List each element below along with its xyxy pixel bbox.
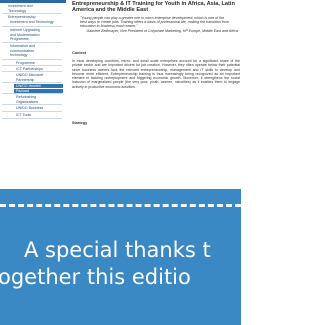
sidebar-item[interactable]: technology (10, 53, 62, 57)
banner-line-1: A special thanks t (24, 238, 211, 262)
strategy-heading: Strategy (72, 121, 88, 125)
document-page: Investment and Technology Entrepreneurship… (0, 0, 241, 189)
sidebar-item[interactable]: Packard (14, 88, 63, 93)
sidebar-nav: Investment and Technology Entrepreneurship… (0, 0, 66, 189)
sidebar-item[interactable]: ICT Tools (16, 113, 62, 117)
nav-divider (2, 93, 62, 94)
sidebar-item[interactable]: Organizations (16, 100, 62, 104)
sidebar-item[interactable]: Investment and Technology (10, 20, 62, 24)
sidebar-header-bar (0, 0, 66, 3)
context-paragraph: In most developing countries, micro- and… (72, 59, 240, 89)
sidebar-item[interactable]: Programme (10, 37, 62, 41)
sidebar-item[interactable]: Programme (16, 61, 62, 65)
nav-divider (2, 26, 62, 27)
nav-divider (2, 13, 62, 14)
nav-divider (2, 42, 62, 43)
sidebar-item[interactable]: Partnership (16, 78, 62, 82)
thanks-banner: A special thanks t ogether this editio (0, 189, 241, 325)
sidebar-item[interactable]: Technology (8, 9, 62, 13)
context-heading: Context (72, 51, 87, 55)
sidebar-item[interactable]: UNIDO Business (16, 106, 62, 110)
quote-attribution: Gabriele Zedlmayer, Vice President of Co… (86, 29, 238, 33)
banner-line-2: ogether this editio (0, 265, 191, 289)
dashed-divider (0, 204, 241, 207)
pull-quote: "Young people can play a greater role in… (80, 16, 229, 29)
article-title: Entrepreneurship & IT Training for Youth… (72, 1, 235, 14)
nav-divider (2, 111, 62, 112)
nav-divider (2, 59, 62, 60)
nav-divider (2, 118, 62, 119)
nav-divider (2, 104, 62, 105)
nav-divider (2, 82, 62, 83)
sidebar-item[interactable]: ICT Partnerships (16, 67, 62, 71)
